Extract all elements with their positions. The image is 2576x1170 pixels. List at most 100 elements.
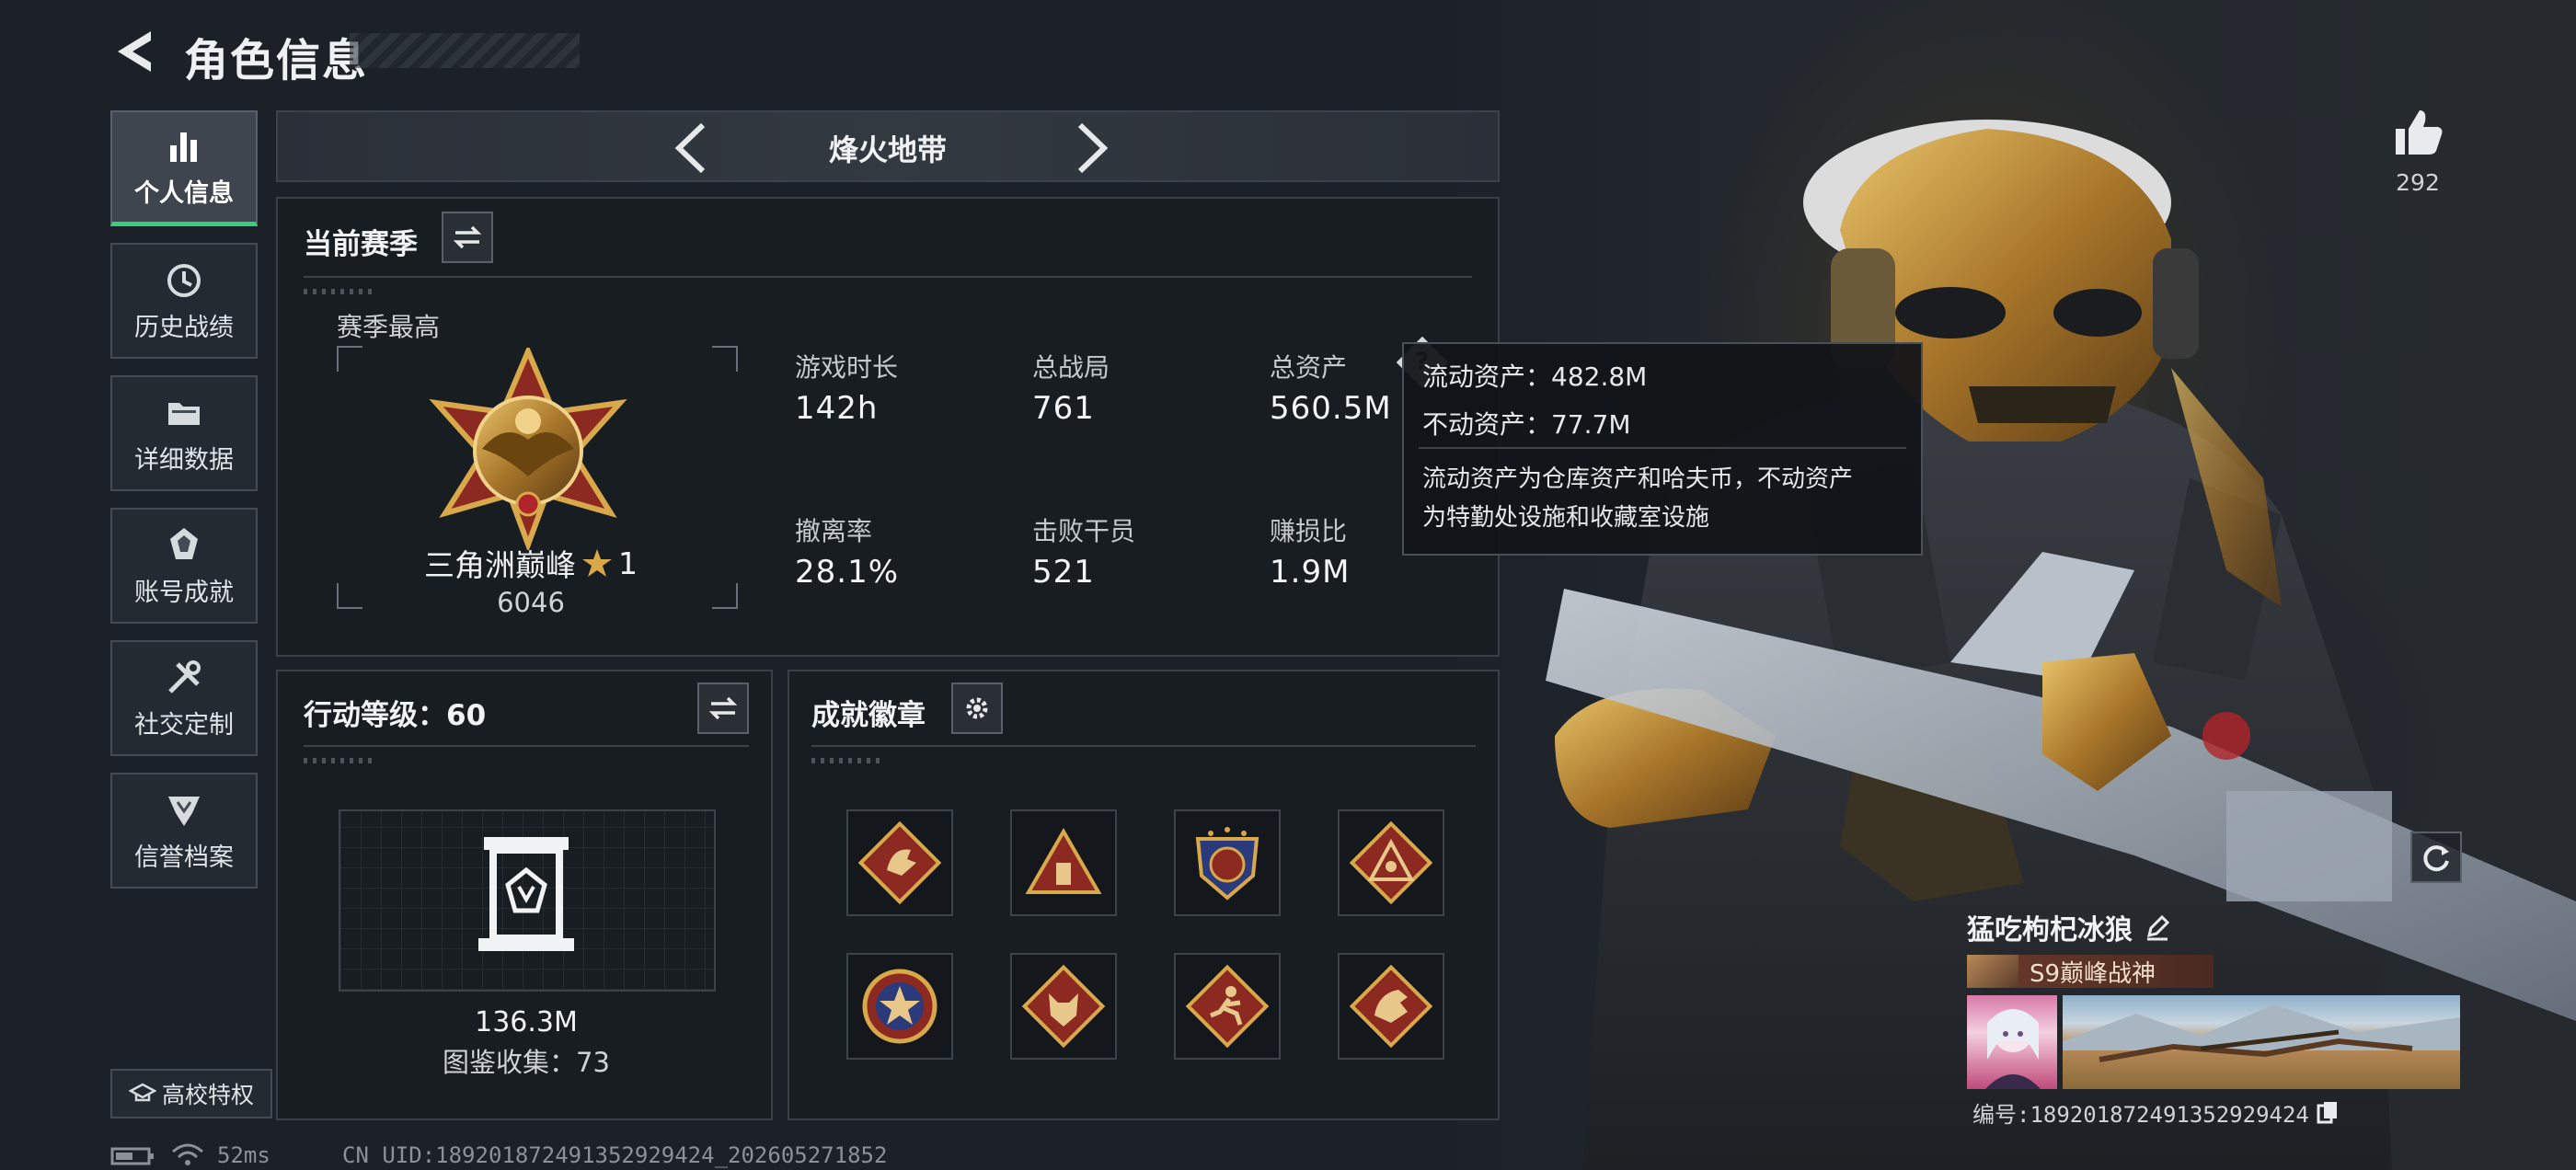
tooltip-desc-line1: 流动资产为仓库资产和哈夫币，不动资产 [1422,465,1854,493]
swap-icon [708,696,738,720]
next-mode-arrow-icon[interactable] [1069,121,1113,175]
likes-count: 292 [2396,169,2440,196]
achievement-badge[interactable] [846,809,953,916]
assets-tooltip: 流动资产：482.8M 不动资产：77.7M 流动资产为仓库资产和哈夫币，不动资… [1402,342,1923,556]
battery-icon [110,1147,154,1165]
stat-value-kills: 521 [1032,554,1095,591]
achievement-badge[interactable] [1174,809,1281,916]
achievements-settings-button[interactable] [951,682,1003,734]
mode-selector: 烽火地带 [276,110,1500,182]
shield-rank-icon [168,796,200,826]
sidebar-item-label: 个人信息 [134,179,234,208]
dragon-badge-icon [857,820,942,905]
stat-value-profit-ratio: 1.9M [1270,554,1351,591]
collection-value: 136.3M [475,1006,578,1038]
player-name: 猛吃枸杞冰狼 [1967,914,2133,946]
sidebar-item-achievements[interactable]: 账号成就 [110,508,258,624]
achievement-badge[interactable] [1010,809,1117,916]
collection-case-icon [478,837,574,951]
sidebar-item-history[interactable]: 历史战绩 [110,243,258,359]
player-card: 猛吃枸杞冰狼 S9巅峰战神 编号:1892018724913529294​24 [1967,907,2460,1128]
campus-privilege-label: 高校特权 [161,1082,254,1108]
stat-label-extract-rate: 撤离率 [795,516,873,546]
sidebar-item-label: 信誉档案 [134,843,234,872]
stat-value-matches: 761 [1032,390,1095,427]
wolf-badge-icon [1021,964,1106,1049]
sidebar-item-label: 历史战绩 [134,313,234,342]
achievement-badge[interactable] [1174,953,1281,1060]
sidebar-item-reputation[interactable]: 信誉档案 [110,773,258,889]
history-clock-icon [167,263,201,297]
player-banner [1967,995,2460,1089]
page-title: 角色信息 [184,35,369,86]
achievement-badge[interactable] [846,953,953,1060]
campus-privilege-button[interactable]: 高校特权 [110,1069,272,1118]
wifi-icon [172,1143,203,1165]
sidebar-item-social[interactable]: 社交定制 [110,640,258,756]
triangle-eye-badge-icon [1349,820,1433,905]
collection-count: 图鉴收集：73 [443,1047,610,1078]
level-title: 行动等级：60 [304,699,487,732]
tooltip-desc-line2: 为特勤处设施和收藏室设施 [1422,504,1710,532]
pyramid-badge-icon [1025,827,1102,894]
rank-stars: 1 [618,545,638,581]
rank-medal-icon [429,348,627,550]
sidebar-item-detailed-data[interactable]: 详细数据 [110,375,258,491]
trophy-icon [170,527,198,559]
sidebar-item-label: 社交定制 [134,710,234,740]
season-best-label: 赛季最高 [337,312,441,342]
tooltip-liquid-assets: 流动资产：482.8M [1422,361,1648,392]
achievements-title: 成就徽章 [811,699,926,732]
stat-label-kills: 击败干员 [1032,516,1136,546]
runner-badge-icon [1185,964,1270,1049]
achievement-badge[interactable] [1338,953,1444,1060]
graduation-cap-icon [128,1083,156,1102]
gear-icon [966,697,988,719]
season-switch-button[interactable] [442,212,493,263]
thumbs-up-icon[interactable] [2390,105,2445,160]
player-title: S9巅峰战神 [2030,959,2156,988]
rank-points: 6046 [497,587,565,618]
achievement-badge[interactable] [1338,809,1444,916]
stat-value-extract-rate: 28.1% [795,554,900,591]
refresh-icon [2423,845,2449,872]
level-panel: 行动等级：60 136.3M 图鉴收集：73 [276,670,773,1120]
bar-chart-icon [170,132,197,162]
sidebar-item-label: 账号成就 [134,578,234,607]
stat-value-assets: 560.5M [1270,390,1392,427]
stat-label-matches: 总战局 [1032,352,1110,383]
mode-name: 烽火地带 [828,132,947,167]
banner-scene-image [2063,995,2460,1089]
stat-value-playtime: 142h [795,390,879,427]
player-title-badge: S9巅峰战神 [1967,955,2214,988]
achievement-badge[interactable] [1010,953,1117,1060]
player-avatar[interactable] [1967,995,2057,1089]
uid-text: CN UID:1892018724913529294​24_2026052718… [342,1142,888,1168]
star-icon [582,549,612,577]
season-panel: 当前赛季 赛季最高 三角洲巅峰 1 6046 游戏时长 142h 总战局 761… [276,197,1500,657]
collection-display[interactable] [339,809,716,992]
star-medal-badge-icon [862,969,937,1044]
stat-label-profit-ratio: 赚损比 [1270,516,1348,546]
stat-label-assets: 总资产 [1270,352,1348,383]
refresh-button[interactable] [2410,832,2462,883]
crest-badge-icon [1195,827,1259,900]
swap-icon [453,225,482,249]
player-id: 编号:1892018724913529294​24 [1972,1102,2309,1128]
title-decoration [350,33,580,68]
sidebar-item-label: 详细数据 [134,445,234,475]
level-switch-button[interactable] [697,682,749,734]
sidebar-item-personal-info[interactable]: 个人信息 [110,110,258,226]
rank-name: 三角洲巅峰 [424,547,576,583]
dragon-head-badge-icon [1349,964,1433,1049]
tooltip-fixed-assets: 不动资产：77.7M [1422,409,1631,440]
copy-icon[interactable] [2317,1100,2339,1126]
folder-icon [168,402,200,425]
stat-label-playtime: 游戏时长 [795,352,899,383]
wrench-icon [168,660,201,694]
edit-pencil-icon[interactable] [2144,913,2171,941]
achievements-panel: 成就徽章 [788,670,1500,1120]
back-arrow-icon[interactable] [109,26,158,77]
ping-text: 52ms [217,1142,270,1168]
season-title: 当前赛季 [304,228,418,261]
